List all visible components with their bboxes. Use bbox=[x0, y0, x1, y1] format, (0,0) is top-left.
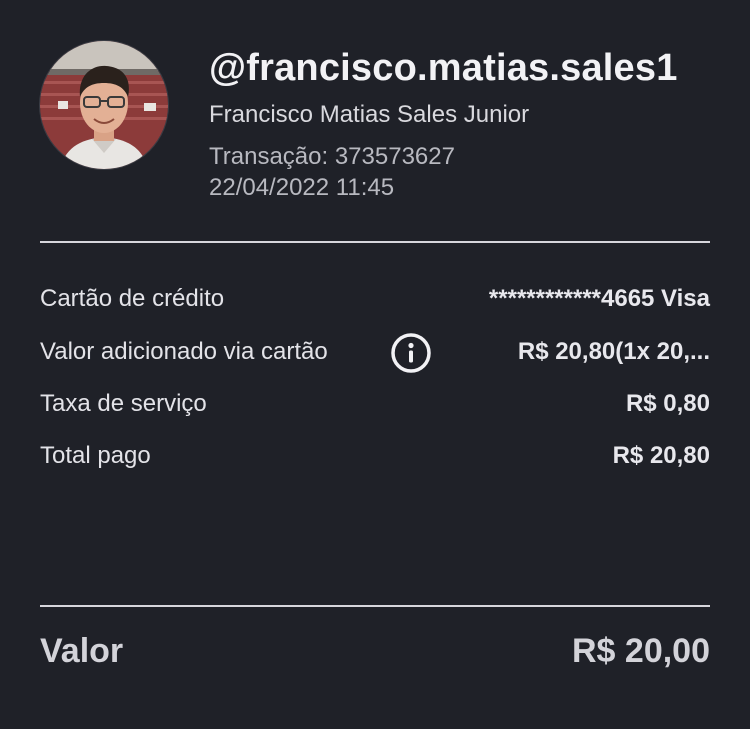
detail-row-card-amount: Valor adicionado via cartão R$ 20,80(1x … bbox=[40, 334, 710, 370]
summary-value: R$ 20,00 bbox=[572, 632, 710, 670]
user-photo-icon bbox=[40, 41, 168, 169]
detail-row-total-paid: Total pago R$ 20,80 bbox=[40, 438, 710, 474]
info-icon[interactable] bbox=[390, 332, 432, 374]
summary-row: Valor R$ 20,00 bbox=[40, 632, 710, 671]
detail-value: ************4665 Visa bbox=[488, 285, 710, 312]
transaction-datetime: 22/04/2022 11:45 bbox=[209, 174, 395, 201]
full-name: Francisco Matias Sales Junior bbox=[209, 101, 530, 128]
detail-label: Valor adicionado via cartão bbox=[40, 338, 328, 365]
detail-value: R$ 0,80 bbox=[625, 390, 710, 417]
summary-label: Valor bbox=[40, 632, 124, 670]
transaction-id: Transação: 373573627 bbox=[209, 143, 455, 170]
transaction-info: Transação: 373573627 22/04/2022 11:45 bbox=[209, 141, 455, 203]
detail-row-fee: Taxa de serviço R$ 0,80 bbox=[40, 386, 710, 422]
detail-label: Cartão de crédito bbox=[40, 285, 225, 312]
username: @francisco.matias.sales1 bbox=[209, 47, 678, 89]
detail-label: Taxa de serviço bbox=[40, 390, 207, 417]
top-divider bbox=[40, 241, 710, 243]
avatar bbox=[40, 41, 168, 169]
detail-value: R$ 20,80(1x 20,... bbox=[517, 338, 710, 365]
bottom-divider bbox=[40, 605, 710, 607]
detail-label: Total pago bbox=[40, 442, 151, 469]
detail-value: R$ 20,80 bbox=[612, 442, 710, 469]
transaction-receipt: @francisco.matias.sales1 Francisco Matia… bbox=[0, 0, 750, 729]
detail-row-card: Cartão de crédito ************4665 Visa bbox=[40, 281, 710, 317]
